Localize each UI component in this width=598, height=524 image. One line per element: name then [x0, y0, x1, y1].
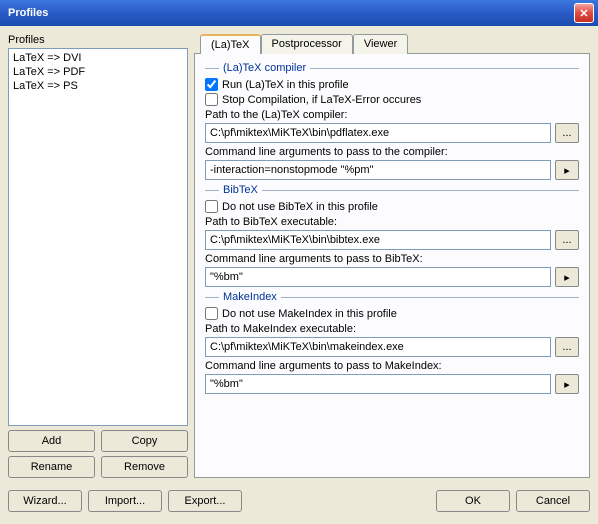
browse-button[interactable]: ...	[555, 337, 579, 357]
window-title: Profiles	[4, 7, 574, 19]
stop-compilation-checkbox[interactable]: Stop Compilation, if LaTeX-Error occures	[205, 93, 579, 106]
titlebar: Profiles ✕	[0, 0, 598, 26]
bibtex-path-input[interactable]	[205, 230, 551, 250]
remove-button[interactable]: Remove	[101, 456, 188, 478]
tab-viewer[interactable]: Viewer	[353, 34, 408, 54]
bibtex-path-label: Path to BibTeX executable:	[205, 216, 579, 228]
latex-args-label: Command line arguments to pass to the co…	[205, 146, 579, 158]
args-menu-button[interactable]: ▸	[555, 374, 579, 394]
makeindex-args-input[interactable]	[205, 374, 551, 394]
args-menu-button[interactable]: ▸	[555, 160, 579, 180]
browse-button[interactable]: ...	[555, 123, 579, 143]
group-heading-bibtex: BibTeX	[223, 184, 258, 196]
makeindex-path-input[interactable]	[205, 337, 551, 357]
makeindex-path-label: Path to MakeIndex executable:	[205, 323, 579, 335]
bibtex-args-input[interactable]	[205, 267, 551, 287]
tab-panel: (La)TeX compiler Run (La)TeX in this pro…	[194, 53, 590, 478]
group-heading-latex: (La)TeX compiler	[223, 62, 306, 74]
latex-path-label: Path to the (La)TeX compiler:	[205, 109, 579, 121]
tabs: (La)TeX Postprocessor Viewer	[200, 34, 590, 54]
group-heading-makeindex: MakeIndex	[223, 291, 277, 303]
import-button[interactable]: Import...	[88, 490, 162, 512]
run-latex-checkbox[interactable]: Run (La)TeX in this profile	[205, 78, 579, 91]
export-button[interactable]: Export...	[168, 490, 242, 512]
latex-args-input[interactable]	[205, 160, 551, 180]
wizard-button[interactable]: Wizard...	[8, 490, 82, 512]
profiles-listbox[interactable]: LaTeX => DVI LaTeX => PDF LaTeX => PS	[8, 48, 188, 426]
list-item[interactable]: LaTeX => PDF	[13, 65, 183, 79]
browse-button[interactable]: ...	[555, 230, 579, 250]
ok-button[interactable]: OK	[436, 490, 510, 512]
copy-button[interactable]: Copy	[101, 430, 188, 452]
dont-use-makeindex-checkbox[interactable]: Do not use MakeIndex in this profile	[205, 307, 579, 320]
latex-path-input[interactable]	[205, 123, 551, 143]
cancel-button[interactable]: Cancel	[516, 490, 590, 512]
makeindex-args-label: Command line arguments to pass to MakeIn…	[205, 360, 579, 372]
bibtex-args-label: Command line arguments to pass to BibTeX…	[205, 253, 579, 265]
add-button[interactable]: Add	[8, 430, 95, 452]
list-item[interactable]: LaTeX => DVI	[13, 51, 183, 65]
args-menu-button[interactable]: ▸	[555, 267, 579, 287]
dont-use-bibtex-checkbox[interactable]: Do not use BibTeX in this profile	[205, 200, 579, 213]
rename-button[interactable]: Rename	[8, 456, 95, 478]
close-icon[interactable]: ✕	[574, 3, 594, 23]
tab-postprocessor[interactable]: Postprocessor	[261, 34, 353, 54]
list-item[interactable]: LaTeX => PS	[13, 79, 183, 93]
profiles-label: Profiles	[8, 34, 188, 46]
tab-latex[interactable]: (La)TeX	[200, 34, 261, 54]
